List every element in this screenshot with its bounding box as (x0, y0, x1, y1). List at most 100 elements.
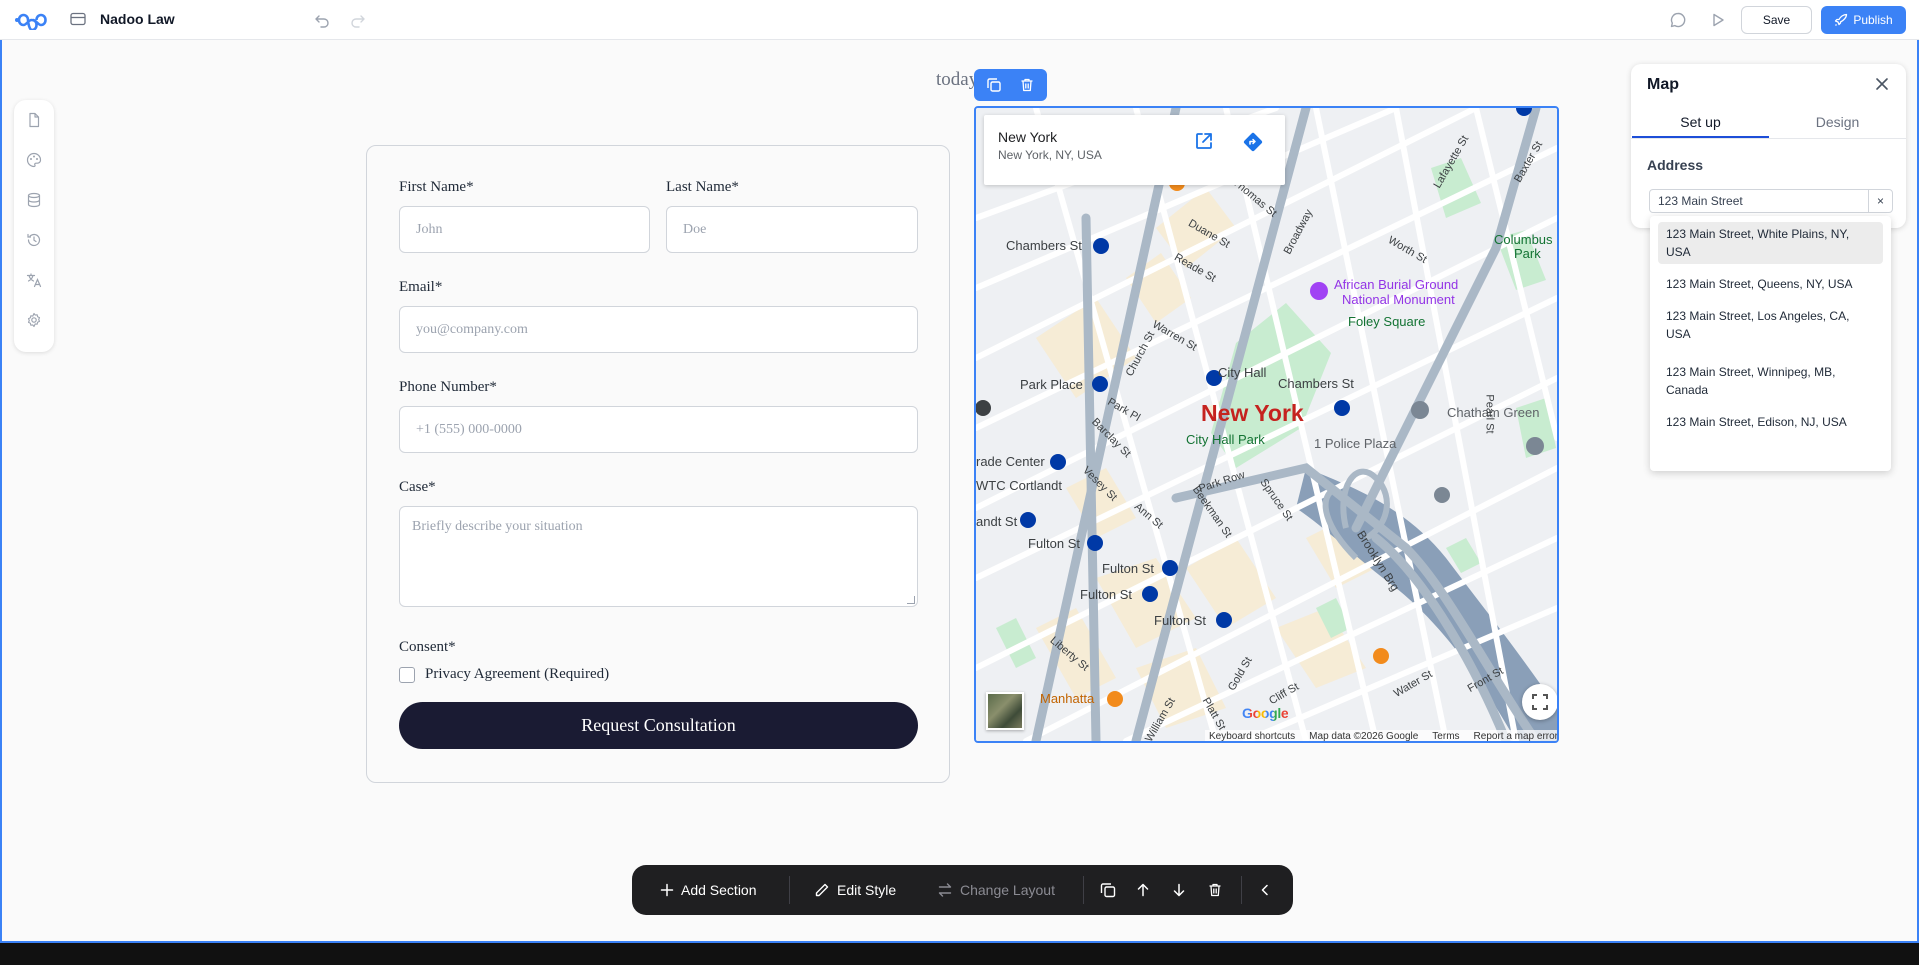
map-label: Broadway (1281, 207, 1316, 257)
save-button[interactable]: Save (1741, 6, 1812, 34)
map-label: National Monument (1342, 292, 1455, 307)
map-label: Baxter St (1512, 139, 1546, 185)
app-logo-icon[interactable] (14, 10, 50, 30)
tab-setup[interactable]: Set up (1632, 114, 1769, 130)
move-down-button[interactable] (1171, 865, 1187, 915)
bottom-strip (0, 943, 1919, 965)
left-tool-rail (14, 100, 54, 352)
map-label: rade Center (976, 454, 1045, 469)
open-in-maps-icon[interactable] (1194, 131, 1214, 151)
privacy-checkbox[interactable] (399, 667, 415, 683)
map-label: City Hall Park (1186, 432, 1265, 447)
request-consultation-button[interactable]: Request Consultation (399, 702, 918, 749)
phone-label: Phone Number* (399, 379, 497, 395)
close-icon[interactable] (1875, 77, 1889, 91)
edit-style-button[interactable]: Edit Style (814, 865, 896, 915)
map-label: William St (1143, 695, 1178, 743)
duplicate-section-button[interactable] (1099, 865, 1117, 915)
suggestion-item[interactable]: 123 Main Street, Los Angeles, CA, USA (1658, 304, 1883, 346)
publish-label: Publish (1853, 13, 1893, 27)
map-label: Foley Square (1348, 314, 1426, 329)
email-input[interactable]: you@company.com (399, 306, 918, 353)
panel-title: Map (1647, 76, 1679, 93)
clear-address-button[interactable]: × (1868, 190, 1892, 212)
google-logo: Google (1242, 705, 1289, 721)
toolbar-divider (1241, 876, 1242, 904)
map-label: Park Pl (1105, 395, 1143, 425)
tab-design[interactable]: Design (1769, 114, 1906, 130)
map-label: Fulton St (1080, 587, 1133, 602)
map-label: Ann St (1132, 500, 1166, 532)
change-layout-button[interactable]: Change Layout (937, 865, 1055, 915)
map-data-text: Map data ©2026 Google (1309, 731, 1419, 742)
suggestion-item[interactable]: 123 Main Street, Queens, NY, USA (1658, 272, 1883, 296)
map-label: Park Place (1020, 377, 1083, 392)
map-label: Reade St (1172, 251, 1218, 285)
delete-section-button[interactable] (1207, 865, 1223, 915)
pages-icon[interactable] (70, 12, 86, 26)
duplicate-icon[interactable] (986, 77, 1002, 93)
map-label: andt St (976, 514, 1018, 529)
arrow-up-icon (1135, 882, 1151, 898)
map-label: Manhatta (1040, 691, 1095, 706)
keyboard-shortcuts-link[interactable]: Keyboard shortcuts (1209, 731, 1295, 741)
suggestion-item[interactable]: 123 Main Street, Winnipeg, MB, Canada (1658, 360, 1883, 402)
place-address: New York, NY, USA (998, 148, 1102, 162)
arrow-down-icon (1171, 882, 1187, 898)
play-preview-icon[interactable] (1709, 11, 1727, 29)
consent-label: Consent* (399, 639, 456, 655)
publish-button[interactable]: Publish (1821, 6, 1906, 34)
site-title: Nadoo Law (100, 11, 175, 27)
map-label: Gold St (1225, 655, 1255, 693)
page-icon[interactable] (26, 112, 42, 128)
directions-icon[interactable] (1242, 131, 1264, 153)
terms-link[interactable]: Terms (1432, 731, 1459, 741)
report-error-link[interactable]: Report a map error (1474, 731, 1557, 741)
move-up-button[interactable] (1135, 865, 1151, 915)
google-logo-text: Google (1242, 705, 1289, 721)
trash-icon (1207, 882, 1223, 898)
email-label: Email* (399, 279, 443, 295)
add-section-button[interactable]: Add Section (660, 865, 757, 915)
last-name-label: Last Name* (666, 179, 739, 195)
case-placeholder: Briefly describe your situation (412, 519, 583, 534)
phone-input[interactable]: +1 (555) 000-0000 (399, 406, 918, 453)
map-label: Liberty St (1047, 634, 1091, 674)
redo-icon[interactable] (350, 12, 366, 28)
map-label: Platt St (1199, 695, 1228, 733)
fullscreen-button[interactable] (1522, 684, 1557, 720)
map-label: Chambers St (1278, 376, 1354, 391)
settings-gear-icon[interactable] (26, 312, 42, 328)
map-label: Church St (1123, 329, 1158, 379)
swap-icon (937, 882, 953, 898)
suggestion-item[interactable]: 123 Main Street, Edison, NJ, USA (1658, 410, 1883, 434)
map-label: Brooklyn Brg (1354, 528, 1403, 594)
satellite-toggle[interactable] (986, 692, 1024, 730)
map-label: Spruce St (1257, 476, 1295, 524)
map-label: African Burial Ground (1334, 277, 1459, 292)
history-icon[interactable] (26, 232, 42, 248)
chevron-left-icon (1258, 883, 1272, 897)
address-input[interactable]: 123 Main Street × (1649, 189, 1893, 213)
suggestion-item[interactable]: 123 Main Street, White Plains, NY, USA (1658, 222, 1883, 264)
last-name-input[interactable]: Doe (666, 206, 918, 253)
database-icon[interactable] (26, 192, 42, 208)
palette-icon[interactable] (26, 152, 42, 168)
add-section-label: Add Section (681, 882, 757, 898)
case-textarea[interactable]: Briefly describe your situation (399, 506, 918, 607)
collapse-toolbar-button[interactable] (1258, 865, 1272, 915)
privacy-label[interactable]: Privacy Agreement (Required) (425, 666, 609, 683)
undo-icon[interactable] (314, 12, 330, 28)
resize-grip-icon[interactable] (907, 596, 915, 604)
map-attribution: Keyboard shortcuts Map data ©2026 Google… (1205, 730, 1557, 742)
plus-icon (660, 883, 674, 897)
first-name-input[interactable]: John (399, 206, 650, 253)
comment-icon[interactable] (1669, 11, 1687, 29)
pencil-icon (814, 882, 830, 898)
trash-icon[interactable] (1019, 77, 1035, 93)
tab-divider (1631, 138, 1906, 139)
map-label: WTC Cortlandt (976, 478, 1062, 493)
map-label: Fulton St (1028, 536, 1081, 551)
map-embed[interactable]: Chambers St City Hall Chambers St Park P… (974, 106, 1559, 743)
translate-icon[interactable] (26, 272, 42, 288)
